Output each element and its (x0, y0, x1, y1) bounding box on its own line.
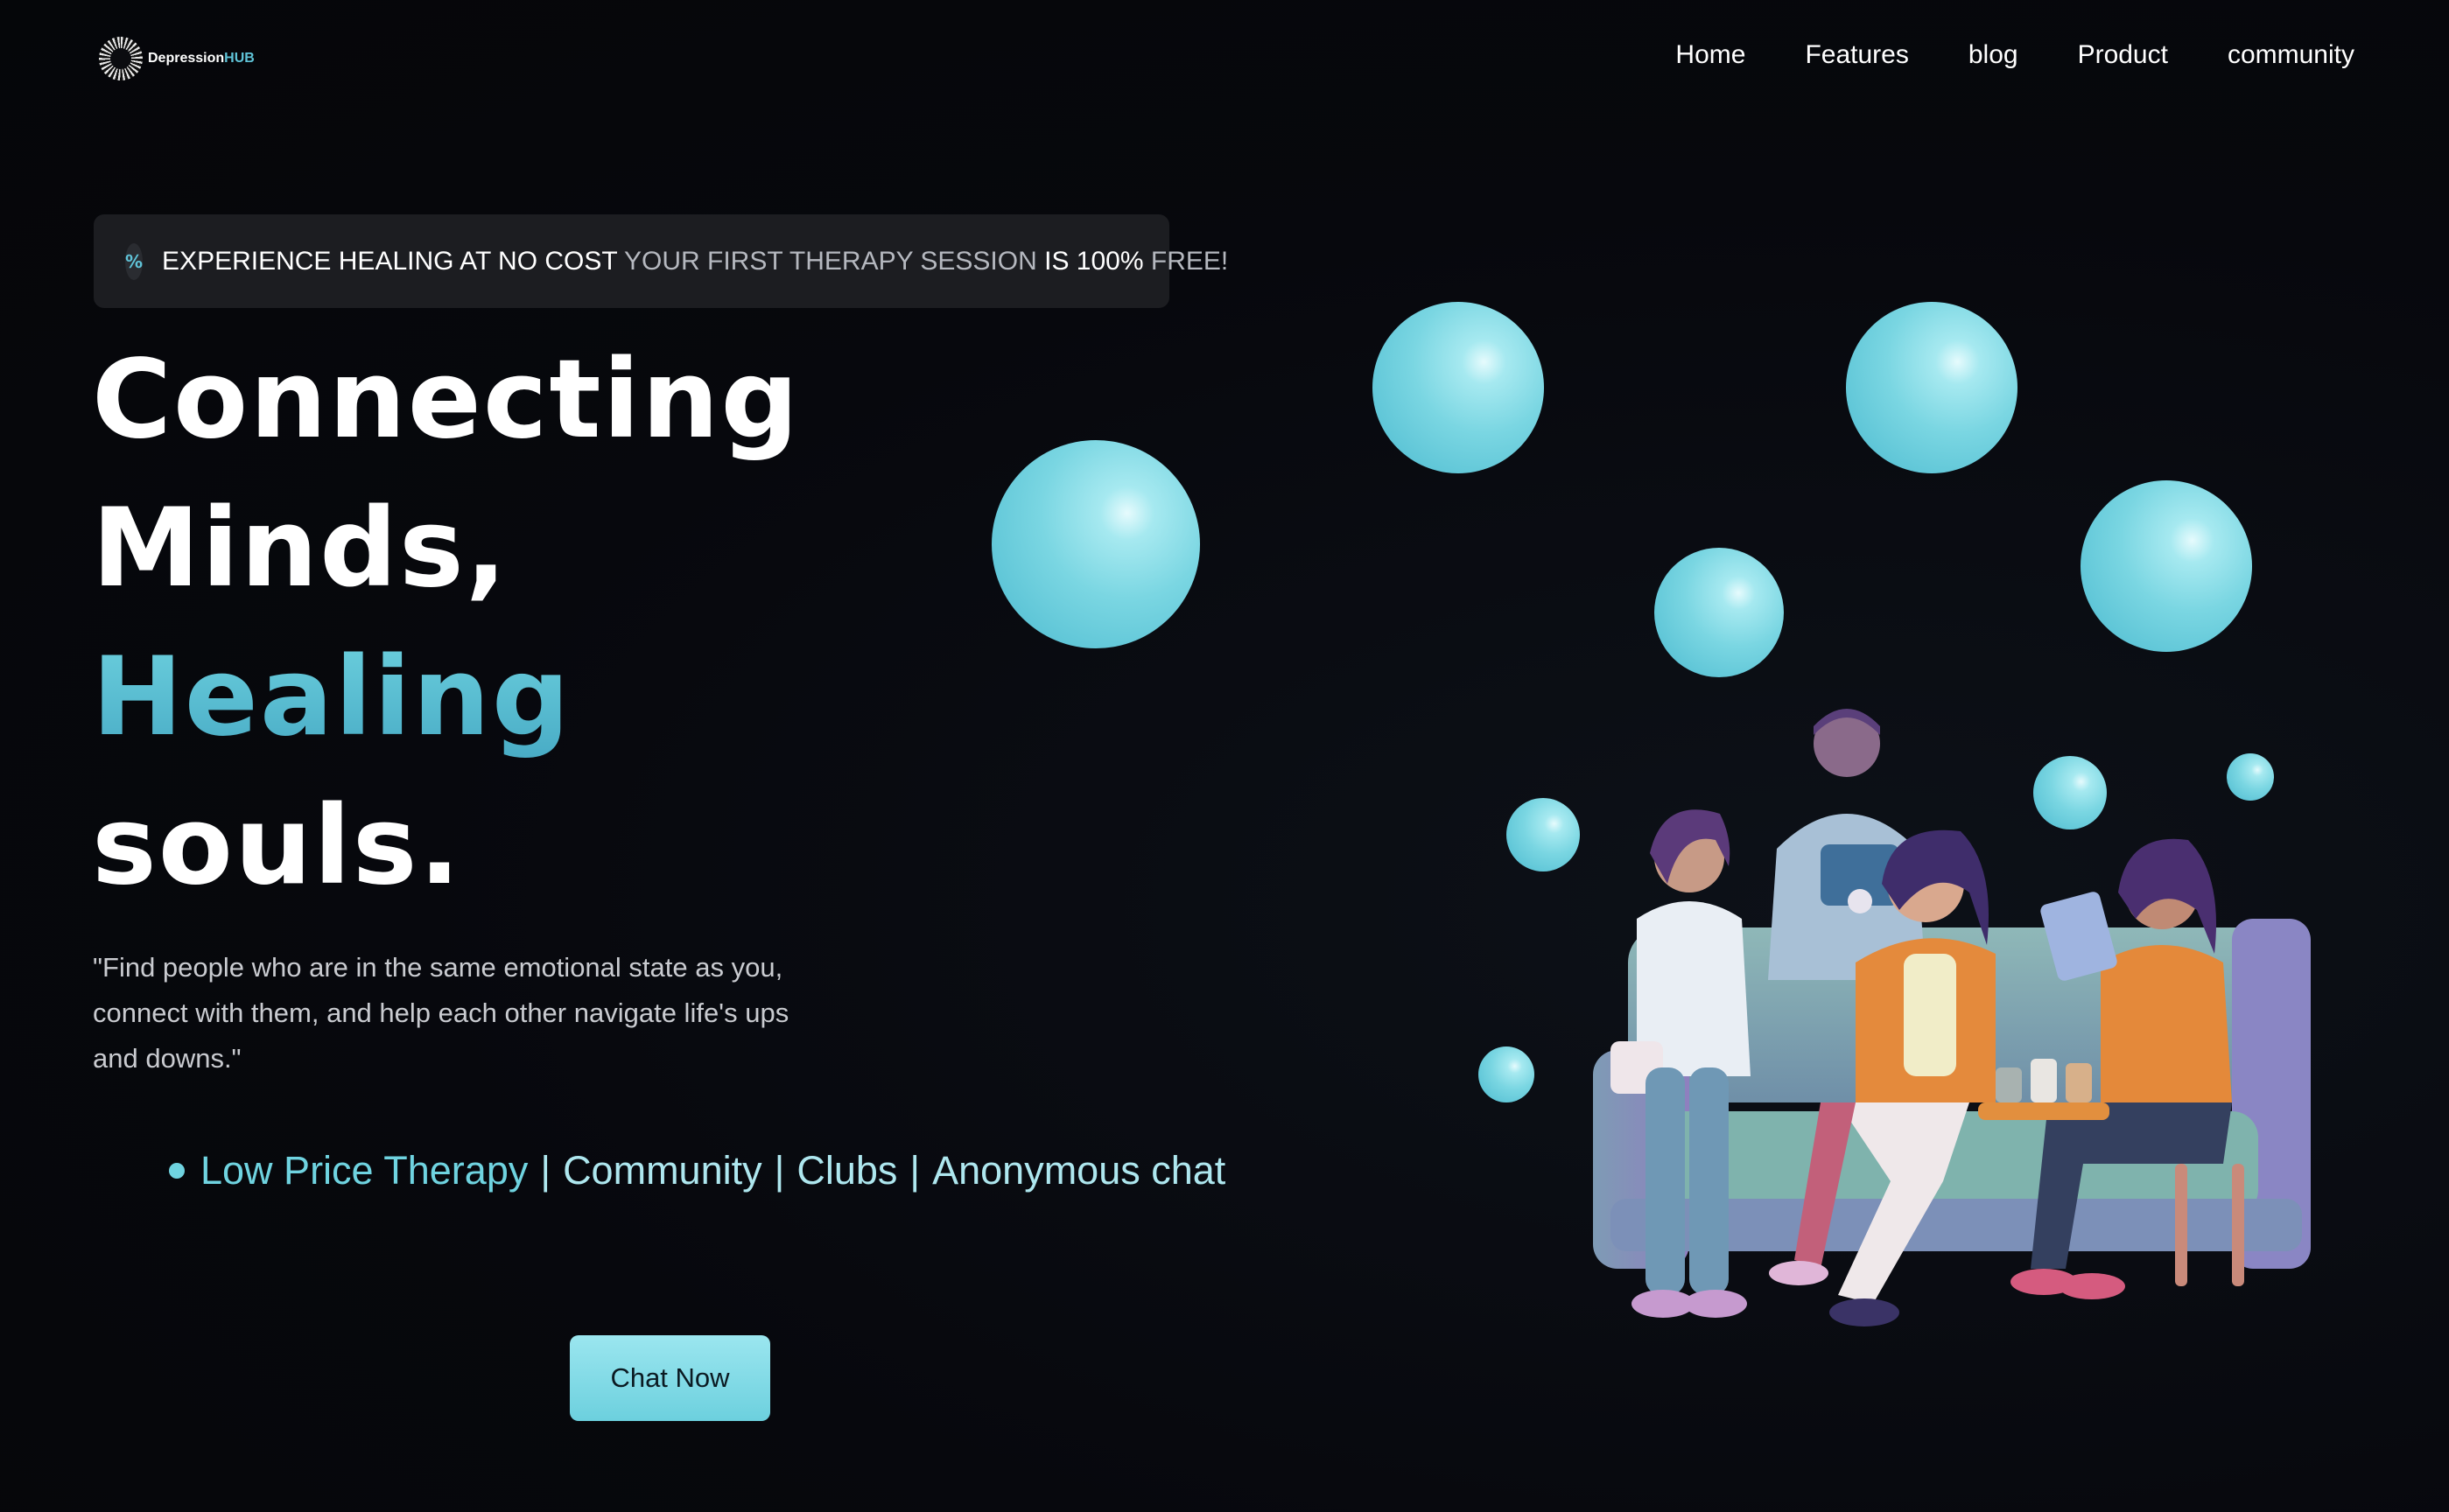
nav-community[interactable]: community (2228, 40, 2354, 70)
feature-clubs: Clubs (796, 1148, 898, 1193)
brand-name-part2: HUB (224, 51, 255, 66)
feature-community: Community (563, 1148, 762, 1193)
decor-bubble (2081, 480, 2252, 652)
chat-now-button[interactable]: Chat Now (570, 1335, 770, 1421)
promo-strong: IS 100% (1044, 246, 1144, 276)
headline-line-3: Healing (92, 623, 800, 772)
therapy-group-illustration (1593, 709, 2311, 1326)
feature-separator: | (909, 1148, 921, 1193)
main-nav: Home Features blog Product community (1675, 40, 2354, 70)
brand-name-part1: Depression (148, 51, 225, 66)
hero-quote: "Find people who are in the same emotion… (93, 952, 789, 1074)
feature-list: Low Price Therapy | Community | Clubs | … (169, 1148, 1225, 1194)
logo-icon (99, 37, 143, 80)
landing-page: DepressionHUB Home Features blog Product… (0, 0, 2449, 1512)
percent-icon: % (125, 242, 144, 280)
decor-bubble (1372, 302, 1544, 473)
feature-low-price-therapy: Low Price Therapy (200, 1148, 529, 1193)
promo-tail: FREE! (1150, 246, 1229, 276)
feature-separator: | (540, 1148, 551, 1193)
decor-bubble (1846, 302, 2017, 473)
promo-lead: EXPERIENCE HEALING AT NO COST (162, 246, 618, 276)
nav-features[interactable]: Features (1805, 40, 1908, 70)
headline-line-4: souls. (92, 783, 462, 909)
nav-blog[interactable]: blog (1968, 40, 2018, 70)
brand-logo[interactable]: DepressionHUB (99, 37, 255, 80)
promo-text: EXPERIENCE HEALING AT NO COST YOUR FIRST… (162, 247, 1228, 276)
headline-line-1: Connecting (92, 337, 801, 463)
decor-bubble (1654, 548, 1784, 677)
feature-anonymous-chat: Anonymous chat (932, 1148, 1226, 1193)
headline-line-2: Minds, (92, 486, 509, 612)
hero-headline: Connecting Minds, Healing souls. (92, 326, 800, 920)
decor-bubble (992, 440, 1200, 648)
feature-separator: | (774, 1148, 785, 1193)
nav-product[interactable]: Product (2078, 40, 2168, 70)
promo-banner: % EXPERIENCE HEALING AT NO COST YOUR FIR… (94, 214, 1228, 308)
brand-name: DepressionHUB (148, 51, 255, 66)
decor-bubble (1478, 1046, 1534, 1102)
promo-middle: YOUR FIRST THERAPY SESSION (623, 246, 1037, 276)
bullet-dot-icon (169, 1163, 185, 1179)
nav-home[interactable]: Home (1675, 40, 1745, 70)
